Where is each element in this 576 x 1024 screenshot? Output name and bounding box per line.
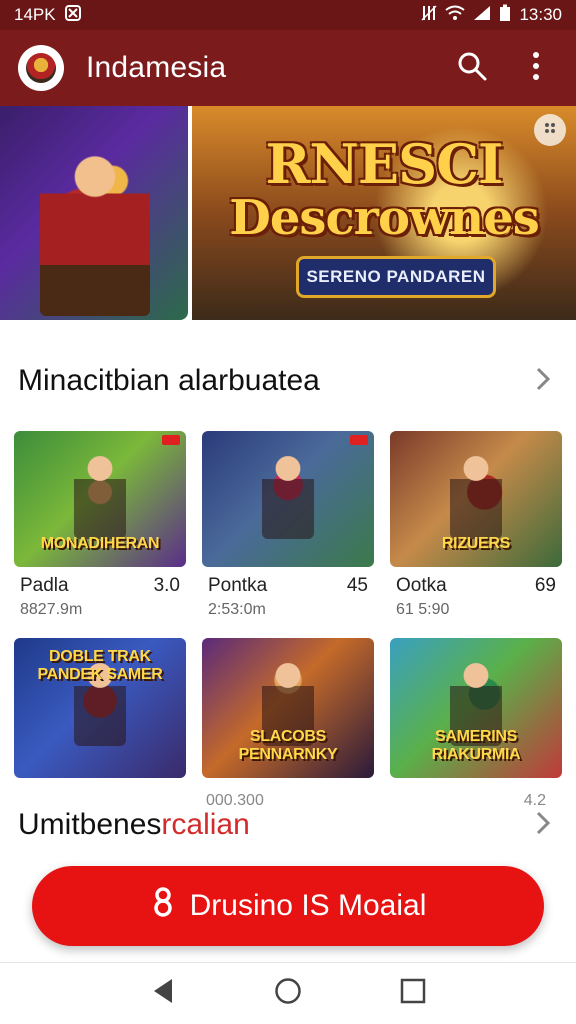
download-button[interactable]: Drusino IS Moaial <box>32 866 544 946</box>
featured-banner[interactable]: RNESCI Descrownes SERENO PANDAREN <box>0 106 576 320</box>
game-thumbnail: RIZUERS <box>390 431 562 567</box>
game-downloads: 8827.9m <box>20 601 83 618</box>
game-card[interactable]: MONADIHERAN Padla 3.0 8827.9m <box>14 431 186 619</box>
character-art <box>262 453 314 539</box>
character-art <box>74 453 126 539</box>
section2-header[interactable]: Umitbenesrcalian <box>0 800 576 850</box>
game-downloads: 61 5:90 <box>396 601 450 618</box>
dots-icon <box>542 120 558 141</box>
banner-hero-image <box>0 106 188 320</box>
wifi-icon <box>445 5 466 25</box>
recents-icon <box>400 978 426 1009</box>
section2-title-part1: Umitbenes <box>18 808 162 841</box>
banner-art: RNESCI Descrownes SERENO PANDAREN <box>192 106 576 320</box>
home-button[interactable] <box>268 974 308 1014</box>
game-name: Padla <box>20 575 69 596</box>
status-bar: 14PK 13:30 <box>0 0 576 30</box>
section1-arrow[interactable] <box>528 366 558 396</box>
character-art <box>450 453 502 539</box>
chevron-right-icon <box>535 366 551 397</box>
card-meta: Padla 3.0 <box>14 575 186 597</box>
status-time: 13:30 <box>519 5 562 24</box>
signal-icon <box>473 5 491 25</box>
section2-title-part2: rcalian <box>161 808 250 841</box>
game-card[interactable]: Pontka 45 2:53:0m <box>202 431 374 619</box>
thumbnail-label: SAMERINS RIAKURMIA <box>431 728 521 763</box>
badge-icon <box>350 435 368 445</box>
section1-header[interactable]: Minacitbian alarbuatea <box>0 356 576 406</box>
banner-more-button[interactable] <box>534 114 566 146</box>
more-options-button[interactable] <box>514 46 558 90</box>
back-icon <box>150 977 176 1010</box>
hero-character <box>40 146 150 316</box>
download-icon <box>150 887 176 925</box>
recents-button[interactable] <box>393 974 433 1014</box>
app-title: Indamesia <box>86 51 227 84</box>
status-left: 14PK <box>14 4 82 26</box>
game-thumbnail: SAMERINS RIAKURMIA <box>390 638 562 778</box>
game-rating: 69 <box>534 575 556 596</box>
system-nav-bar <box>0 962 576 1024</box>
banner-subtitle: SERENO PANDAREN <box>296 256 496 298</box>
game-card[interactable]: SAMERINS RIAKURMIA <box>390 638 562 778</box>
search-button[interactable] <box>450 46 494 90</box>
section2-arrow[interactable] <box>528 810 558 840</box>
home-icon <box>274 977 302 1010</box>
app-logo-emblem <box>26 53 56 83</box>
banner-title-line2: Descrownes <box>229 190 540 246</box>
status-right: 13:30 <box>421 4 562 26</box>
chevron-right-icon <box>535 810 551 841</box>
game-card[interactable]: SLACOBS PENNARNKY <box>202 638 374 778</box>
app-logo-icon[interactable] <box>18 45 64 91</box>
search-icon <box>457 51 487 86</box>
card-meta: Ootka 69 <box>390 575 562 597</box>
game-downloads: 2:53:0m <box>208 601 266 618</box>
card-meta: Pontka 45 <box>202 575 374 597</box>
more-vert-icon <box>531 51 541 86</box>
no-signal-icon <box>421 4 437 26</box>
game-rating: 45 <box>346 575 368 596</box>
download-button-label: Drusino IS Moaial <box>189 889 427 922</box>
game-name: Pontka <box>208 575 268 596</box>
thumbnail-label: DOBLE TRAK PANDEK SAMER <box>37 648 163 683</box>
game-thumbnail: DOBLE TRAK PANDEK SAMER <box>14 638 186 778</box>
game-thumbnail <box>202 431 374 567</box>
game-name: Ootka <box>396 575 447 596</box>
sim-icon <box>64 4 82 26</box>
thumbnail-label: MONADIHERAN <box>40 535 160 552</box>
game-thumbnail: MONADIHERAN <box>14 431 186 567</box>
battery-icon <box>499 4 511 26</box>
game-card[interactable]: DOBLE TRAK PANDEK SAMER <box>14 638 186 778</box>
game-thumbnail: SLACOBS PENNARNKY <box>202 638 374 778</box>
section2-title: Umitbenesrcalian <box>18 808 250 842</box>
banner-title-line1: RNESCI <box>265 132 504 196</box>
thumbnail-label: SLACOBS PENNARNKY <box>238 728 338 763</box>
game-rating: 3.0 <box>153 575 180 596</box>
app-bar: Indamesia <box>0 30 576 106</box>
section1-title: Minacitbian alarbuatea <box>18 364 320 397</box>
back-button[interactable] <box>143 974 183 1014</box>
badge-icon <box>162 435 180 445</box>
status-carrier: 14PK <box>14 5 56 24</box>
game-card[interactable]: RIZUERS Ootka 69 61 5:90 <box>390 431 562 619</box>
thumbnail-label: RIZUERS <box>441 535 511 552</box>
